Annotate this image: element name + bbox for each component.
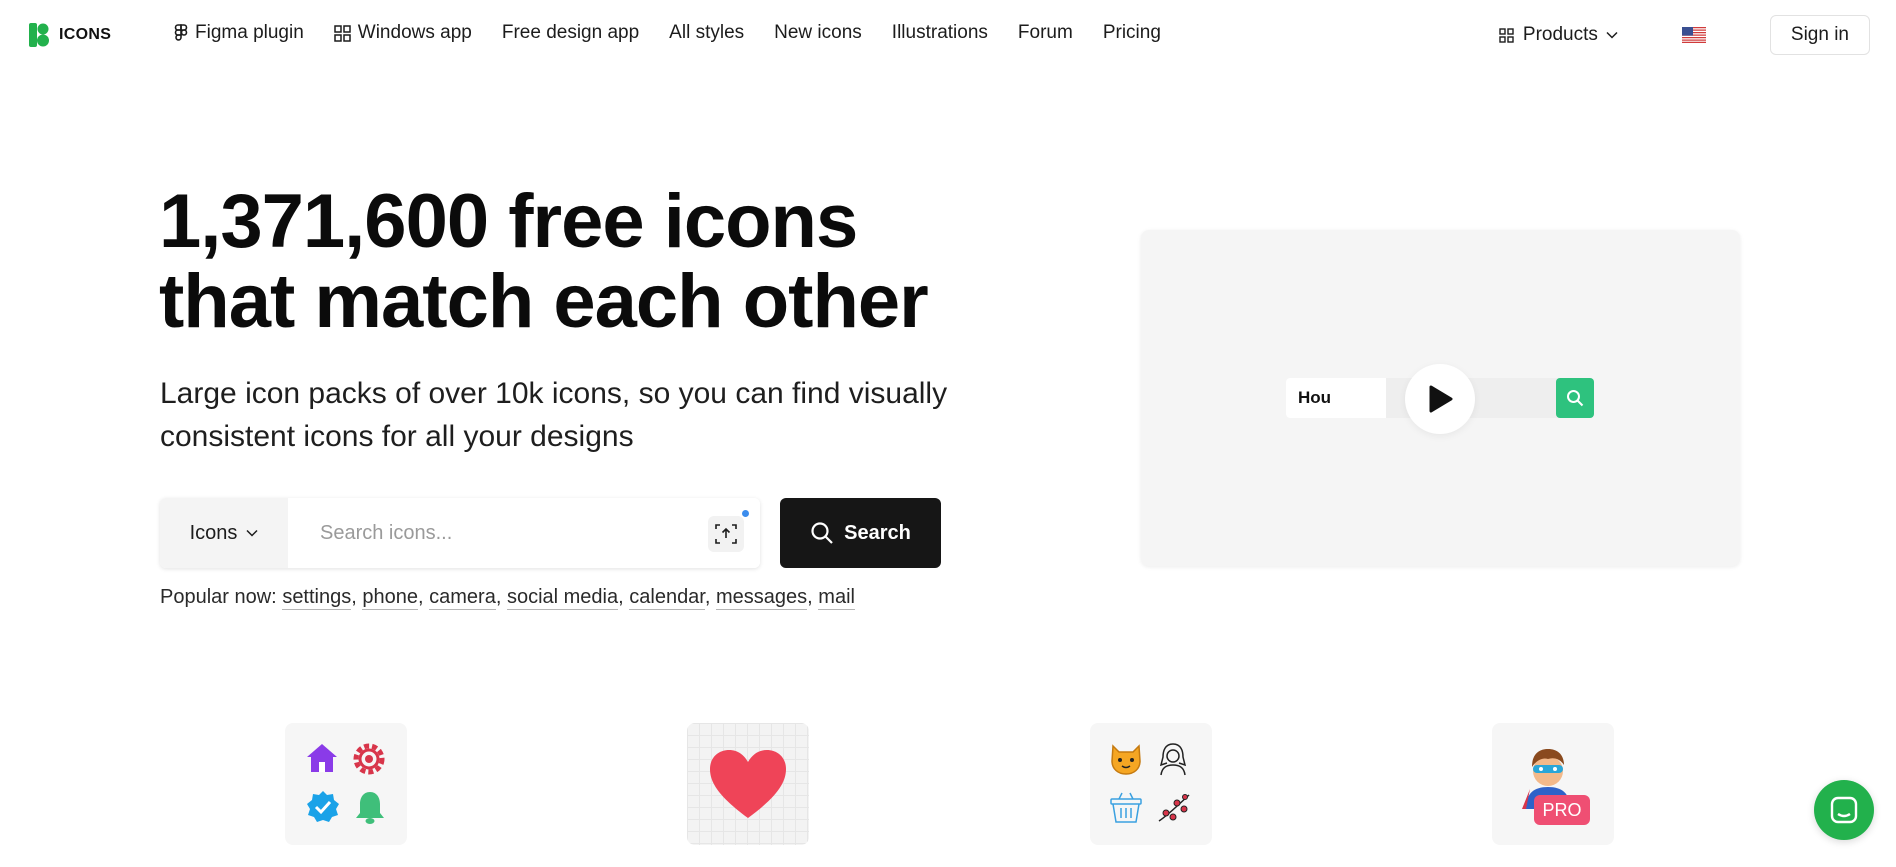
- nav-links: Figma plugin Windows app Free design app…: [174, 22, 1191, 44]
- figma-icon: [174, 24, 188, 42]
- search-button-label: Search: [844, 521, 911, 544]
- nav-illustrations-label: Illustrations: [891, 22, 988, 43]
- notification-dot: [742, 510, 749, 517]
- nav-forum[interactable]: Forum: [1018, 22, 1073, 44]
- nav-free-design-app-label: Free design app: [501, 22, 640, 43]
- top-navbar: ICONS Figma plugin Windows app Free desi…: [0, 0, 1896, 70]
- popular-term-mail[interactable]: mail: [818, 586, 855, 610]
- gear-icon: [353, 743, 385, 775]
- icons8-logo-icon: [29, 23, 49, 47]
- play-button[interactable]: [1405, 364, 1475, 434]
- nav-all-styles-label: All styles: [669, 22, 745, 43]
- demo-video[interactable]: Hou: [1141, 230, 1740, 566]
- house-icon: [307, 744, 337, 772]
- chevron-down-icon: [246, 529, 258, 537]
- pro-badge: PRO: [1534, 795, 1590, 825]
- nav-forum-label: Forum: [1017, 22, 1073, 43]
- search-input[interactable]: [288, 498, 760, 568]
- search-type-label: Icons: [189, 521, 238, 544]
- image-search-icon: [715, 524, 737, 544]
- search-box: Icons: [160, 498, 760, 568]
- demo-typed-text: Hou: [1298, 388, 1332, 407]
- products-menu[interactable]: Products: [1499, 24, 1618, 46]
- popular-term-camera[interactable]: camera: [429, 586, 496, 610]
- us-flag-icon[interactable]: [1681, 27, 1706, 43]
- popular-searches: Popular now: settings, phone, camera, so…: [160, 586, 855, 610]
- logo-text: ICONS: [59, 26, 112, 43]
- nav-illustrations[interactable]: Illustrations: [892, 22, 988, 44]
- nav-free-design-app[interactable]: Free design app: [502, 22, 639, 44]
- products-label: Products: [1522, 24, 1598, 45]
- play-icon: [1429, 385, 1453, 413]
- popular-term-calendar[interactable]: calendar: [629, 586, 705, 610]
- basket-icon: [1110, 792, 1142, 823]
- windows-icon: [334, 24, 351, 42]
- search-icon: [810, 521, 834, 545]
- nav-pricing-label: Pricing: [1102, 22, 1161, 43]
- nav-windows-app-label: Windows app: [357, 22, 472, 43]
- heart-tile[interactable]: [687, 723, 809, 845]
- nav-figma-plugin-label: Figma plugin: [195, 22, 304, 43]
- line-icons-tile[interactable]: [1090, 723, 1212, 845]
- search-icon: [1567, 390, 1584, 407]
- nav-new-icons-label: New icons: [774, 22, 862, 43]
- nav-figma-plugin[interactable]: Figma plugin: [174, 22, 304, 44]
- upload-image-button[interactable]: [708, 516, 744, 552]
- chevron-down-icon: [1606, 31, 1618, 39]
- sign-in-button[interactable]: Sign in: [1769, 15, 1870, 55]
- chat-widget-button[interactable]: [1814, 780, 1874, 840]
- search-button[interactable]: Search: [780, 498, 941, 568]
- woman-line-icon: [1159, 743, 1187, 776]
- search-type-select[interactable]: Icons: [160, 498, 288, 568]
- branch-icon: [1158, 794, 1190, 822]
- bell-icon: [356, 792, 384, 824]
- popular-label: Popular now:: [160, 586, 277, 608]
- popular-term-messages[interactable]: messages: [716, 586, 808, 610]
- popular-term-settings[interactable]: settings: [282, 586, 352, 610]
- verified-badge-icon: [307, 791, 339, 822]
- color-icons-tile[interactable]: [285, 723, 407, 845]
- nav-pricing[interactable]: Pricing: [1103, 22, 1161, 44]
- hero-title: 1,371,600 free icons that match each oth…: [159, 179, 929, 344]
- site-logo[interactable]: ICONS: [29, 23, 111, 47]
- chat-icon: [1830, 796, 1858, 824]
- grid-icon: [1499, 27, 1514, 43]
- heart-icon: [710, 750, 786, 818]
- nav-new-icons[interactable]: New icons: [774, 22, 862, 44]
- nav-right: Products Sign in: [1499, 15, 1870, 55]
- pro-tile[interactable]: PRO: [1492, 723, 1614, 845]
- popular-term-phone[interactable]: phone: [362, 586, 418, 610]
- cat-emoji-icon: [1111, 744, 1141, 775]
- nav-all-styles[interactable]: All styles: [669, 22, 744, 44]
- demo-search-button: [1556, 378, 1594, 418]
- nav-windows-app[interactable]: Windows app: [334, 22, 472, 44]
- hero-subtitle: Large icon packs of over 10k icons, so y…: [160, 377, 948, 453]
- popular-term-social-media[interactable]: social media: [506, 586, 619, 610]
